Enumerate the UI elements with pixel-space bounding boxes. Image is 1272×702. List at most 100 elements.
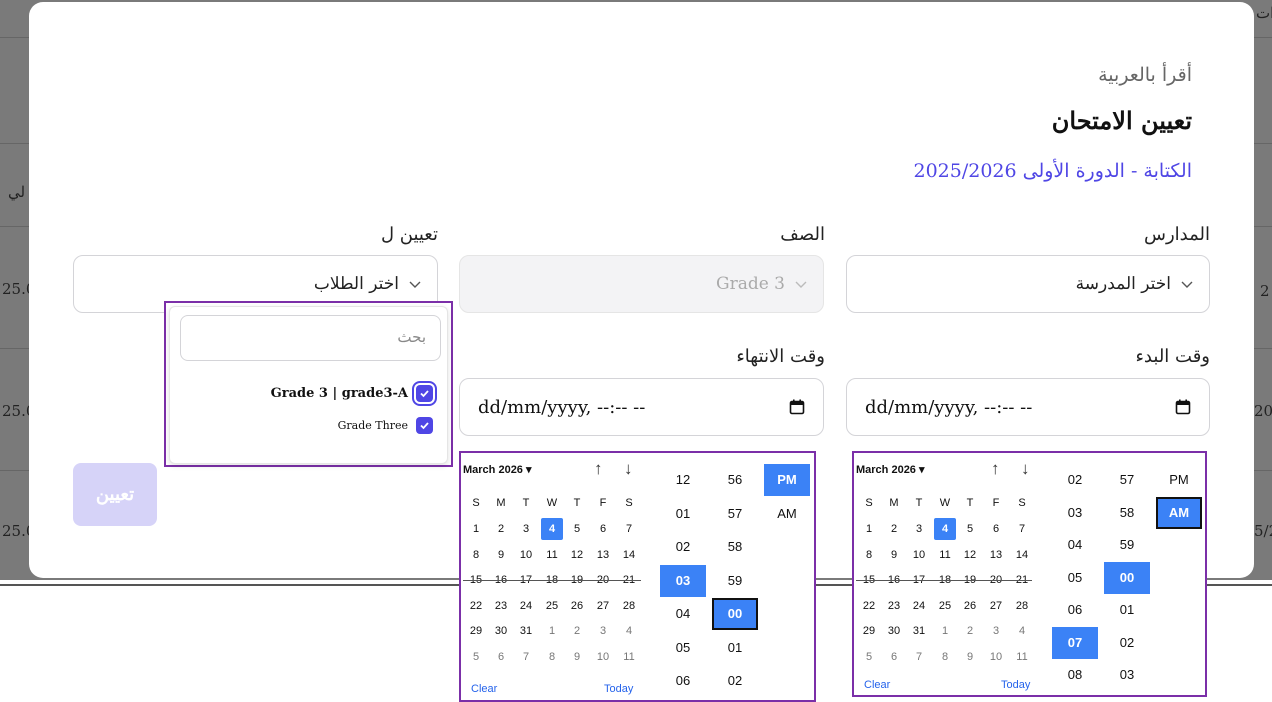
arrow-down-icon[interactable]: ↓ [1021,459,1030,479]
minute-option[interactable]: 03 [1104,659,1150,691]
calendar-day[interactable]: 14 [618,549,640,561]
checkbox-checked-icon[interactable] [416,385,433,402]
checkbox-checked-icon[interactable] [416,417,433,434]
calendar-day[interactable]: 27 [592,600,614,612]
calendar-day[interactable]: 6 [490,651,512,663]
calendar-day[interactable]: 8 [541,651,563,663]
minute-option[interactable]: 57 [712,498,758,530]
calendar-day[interactable]: 26 [566,600,588,612]
calendar-day[interactable]: 11 [934,549,956,561]
start-time-input[interactable]: dd/mm/yyyy, --:-- -- [846,378,1210,436]
calendar-day[interactable]: 11 [618,651,640,663]
calendar-day[interactable]: 28 [1011,600,1033,612]
calendar-day[interactable]: 7 [618,523,640,535]
calendar-icon[interactable] [789,399,805,415]
calendar-day[interactable]: 5 [465,651,487,663]
ampm-option-selected[interactable]: PM [764,464,810,496]
calendar-day-selected[interactable]: 4 [541,518,563,540]
hour-option[interactable]: 04 [660,598,706,630]
minute-option[interactable]: 59 [712,565,758,597]
arrow-down-icon[interactable]: ↓ [624,459,633,479]
minute-option[interactable]: 58 [712,531,758,563]
calendar-day[interactable]: 3 [908,523,930,535]
calendar-day[interactable]: 29 [858,625,880,637]
calendar-day[interactable]: 10 [592,651,614,663]
hour-option[interactable]: 08 [1052,659,1098,691]
calendar-day[interactable]: 5 [959,523,981,535]
minute-option[interactable]: 01 [1104,594,1150,626]
calendar-day[interactable]: 3 [985,625,1007,637]
end-time-input[interactable]: dd/mm/yyyy, --:-- -- [459,378,824,436]
calendar-day[interactable]: 4 [618,625,640,637]
calendar-day[interactable]: 2 [566,625,588,637]
ampm-option[interactable]: AM [764,498,810,530]
calendar-day[interactable]: 22 [858,600,880,612]
calendar-day[interactable]: 14 [1011,549,1033,561]
calendar-day[interactable]: 3 [592,625,614,637]
hour-option[interactable]: 04 [1052,529,1098,561]
calendar-day-selected[interactable]: 4 [934,518,956,540]
calendar-day[interactable]: 11 [1011,651,1033,663]
calendar-day[interactable]: 7 [515,651,537,663]
arrow-up-icon[interactable]: ↑ [594,459,603,479]
students-search-input[interactable]: بحث [180,315,441,361]
clear-button[interactable]: Clear [864,679,890,691]
hour-option-selected[interactable]: 03 [660,564,706,597]
minute-option-selected[interactable]: 00 [712,598,758,630]
calendar-day[interactable]: 1 [858,523,880,535]
hour-option[interactable]: 06 [660,665,706,697]
calendar-day[interactable]: 1 [934,625,956,637]
today-button[interactable]: Today [604,683,633,695]
hour-option[interactable]: 01 [660,498,706,530]
month-year-select[interactable]: March 2026 ▾ [463,463,532,476]
calendar-day[interactable]: 9 [490,549,512,561]
calendar-day[interactable]: 30 [490,625,512,637]
calendar-day[interactable]: 27 [985,600,1007,612]
calendar-day[interactable]: 13 [985,549,1007,561]
calendar-day[interactable]: 23 [883,600,905,612]
calendar-day[interactable]: 11 [541,549,563,561]
minute-option[interactable]: 02 [712,665,758,697]
arrow-up-icon[interactable]: ↑ [991,459,1000,479]
calendar-day[interactable]: 10 [515,549,537,561]
calendar-day[interactable]: 1 [541,625,563,637]
calendar-day[interactable]: 30 [883,625,905,637]
student-option[interactable]: Grade Three [338,417,433,434]
calendar-day[interactable]: 4 [1011,625,1033,637]
calendar-day[interactable]: 24 [515,600,537,612]
calendar-day[interactable]: 6 [883,651,905,663]
minute-option[interactable]: 57 [1104,464,1150,496]
calendar-day[interactable]: 6 [592,523,614,535]
minute-option[interactable]: 56 [712,464,758,496]
clear-button[interactable]: Clear [471,683,497,695]
calendar-day[interactable]: 22 [465,600,487,612]
calendar-day[interactable]: 8 [465,549,487,561]
calendar-day[interactable]: 8 [934,651,956,663]
calendar-day[interactable]: 26 [959,600,981,612]
hour-option[interactable]: 12 [660,464,706,496]
calendar-day[interactable]: 9 [883,549,905,561]
schools-select[interactable]: اختر المدرسة [846,255,1210,313]
calendar-day[interactable]: 25 [541,600,563,612]
hour-option[interactable]: 02 [660,531,706,563]
today-button[interactable]: Today [1001,679,1030,691]
calendar-icon[interactable] [1175,399,1191,415]
minute-option[interactable]: 58 [1104,497,1150,529]
hour-option[interactable]: 06 [1052,594,1098,626]
hour-option[interactable]: 03 [1052,497,1098,529]
calendar-day[interactable]: 28 [618,600,640,612]
hour-option[interactable]: 05 [1052,562,1098,594]
minute-option[interactable]: 02 [1104,627,1150,659]
calendar-day[interactable]: 2 [883,523,905,535]
calendar-day[interactable]: 25 [934,600,956,612]
calendar-day[interactable]: 12 [566,549,588,561]
calendar-day[interactable]: 9 [959,651,981,663]
calendar-day[interactable]: 29 [465,625,487,637]
calendar-day[interactable]: 2 [959,625,981,637]
minute-option-selected[interactable]: 00 [1104,561,1150,594]
read-arabic-link[interactable]: أقرأ بالعربية [1098,64,1192,86]
hour-option-selected[interactable]: 07 [1052,626,1098,659]
calendar-day[interactable]: 6 [985,523,1007,535]
assign-button[interactable]: تعيين [73,463,157,526]
student-option[interactable]: Grade 3 | grade3-A [271,385,433,402]
